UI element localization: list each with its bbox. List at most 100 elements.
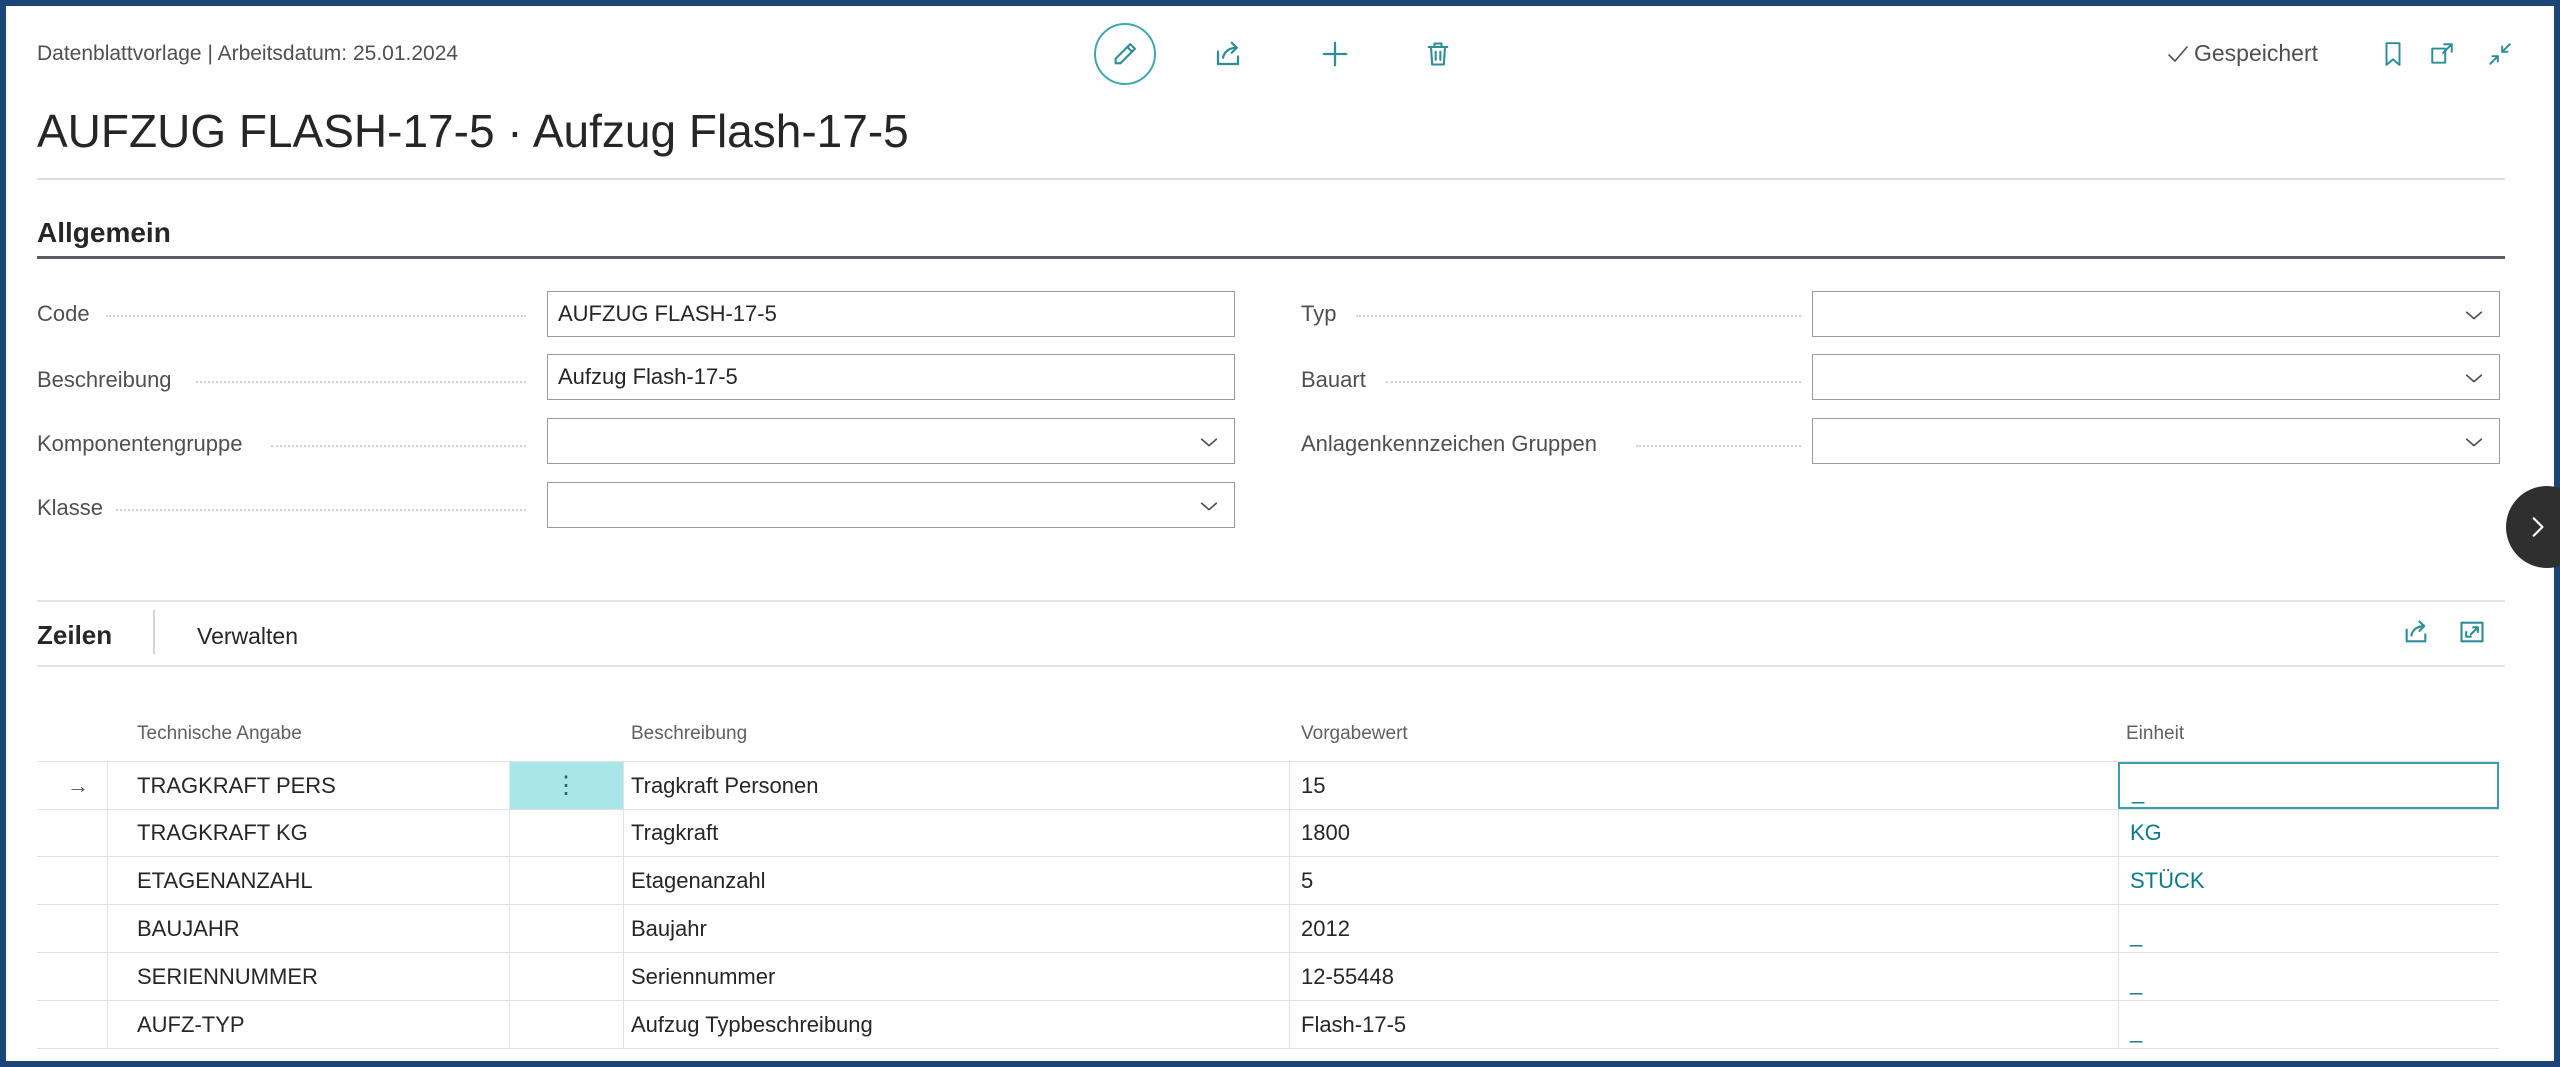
cell-einheit[interactable]: _ — [2130, 905, 2142, 952]
cell-einheit[interactable]: KG — [2130, 809, 2162, 856]
cell-vorgabewert[interactable]: Flash-17-5 — [1301, 1001, 1406, 1048]
chevron-down-icon — [1200, 438, 1218, 447]
lines-divider — [37, 665, 2505, 667]
share-icon — [2405, 620, 2427, 643]
cell-technische-angabe[interactable]: SERIENNUMMER — [137, 953, 318, 1000]
column-header-beschreibung[interactable]: Beschreibung — [631, 723, 747, 745]
row-selected-arrow-icon: → — [67, 772, 89, 798]
field-label-code: Code — [37, 301, 90, 326]
cell-vorgabewert[interactable]: 1800 — [1301, 809, 1350, 856]
share-button[interactable] — [1210, 36, 1246, 72]
table-row[interactable]: ETAGENANZAHL Etagenanzahl 5 STÜCK — [37, 857, 2499, 905]
open-new-window-button[interactable] — [2426, 38, 2458, 70]
tab-separator — [153, 610, 155, 654]
leader-dots — [116, 509, 526, 511]
bauart-select[interactable] — [1812, 354, 2500, 400]
cell-technische-angabe[interactable]: AUFZ-TYP — [137, 1001, 245, 1048]
cell-einheit[interactable]: _ — [2118, 762, 2499, 809]
tab-zeilen[interactable]: Zeilen — [37, 620, 112, 651]
unit-value: _ — [2132, 778, 2145, 804]
new-button[interactable] — [1317, 36, 1353, 72]
chevron-down-icon — [1200, 502, 1218, 511]
edit-pencil-icon — [1114, 43, 1136, 65]
delete-button[interactable] — [1420, 36, 1456, 72]
context-label: Datenblattvorlage | Arbeitsdatum: 25.01.… — [37, 42, 459, 65]
unit-value: _ — [2130, 1017, 2143, 1043]
chevron-right-icon — [2532, 517, 2544, 537]
save-status: Gespeichert — [2166, 40, 2318, 67]
cell-einheit[interactable]: STÜCK — [2130, 857, 2205, 904]
table-row[interactable]: → TRAGKRAFT PERS ⋮ Tragkraft Personen 15… — [37, 761, 2499, 810]
field-label-anlagenkennzeichen-gruppen: Anlagenkennzeichen Gruppen — [1301, 431, 1598, 456]
collapse-button[interactable] — [2484, 38, 2516, 70]
column-header-vorgabewert[interactable]: Vorgabewert — [1301, 723, 1408, 745]
klasse-select[interactable] — [547, 482, 1235, 528]
table-row[interactable]: SERIENNUMMER Seriennummer 12-55448 _ — [37, 953, 2499, 1001]
leader-dots — [1356, 315, 1801, 317]
column-header-einheit[interactable]: Einheit — [2126, 723, 2184, 745]
cell-vorgabewert[interactable]: 15 — [1301, 762, 1325, 809]
bookmark-button[interactable] — [2378, 38, 2408, 70]
checkmark-icon — [2168, 45, 2188, 62]
chevron-down-icon — [2465, 311, 2483, 320]
collapse-icon — [2489, 43, 2511, 65]
leader-dots — [1636, 445, 1801, 447]
cell-vorgabewert[interactable]: 2012 — [1301, 905, 1350, 952]
bookmark-icon — [2385, 42, 2401, 66]
cell-technische-angabe[interactable]: BAUJAHR — [137, 905, 240, 952]
lines-divider — [37, 600, 2505, 602]
leader-dots — [1386, 381, 1801, 383]
chevron-down-icon — [2465, 438, 2483, 447]
leader-dots — [196, 381, 526, 383]
app-window: Datenblattvorlage | Arbeitsdatum: 25.01.… — [0, 0, 2560, 1067]
table-row[interactable]: BAUJAHR Baujahr 2012 _ — [37, 905, 2499, 953]
share-icon — [1216, 41, 1240, 66]
row-menu-button[interactable]: ⋮ — [509, 762, 623, 809]
plus-icon — [1322, 41, 1348, 67]
expand-icon — [2460, 621, 2484, 643]
cell-beschreibung[interactable]: Tragkraft — [631, 809, 718, 856]
cell-beschreibung[interactable]: Tragkraft Personen — [631, 762, 819, 809]
table-row[interactable]: AUFZ-TYP Aufzug Typbeschreibung Flash-17… — [37, 1001, 2499, 1049]
cell-vorgabewert[interactable]: 12-55448 — [1301, 953, 1394, 1000]
cell-technische-angabe[interactable]: ETAGENANZAHL — [137, 857, 313, 904]
edit-button[interactable] — [1094, 23, 1156, 85]
cell-beschreibung[interactable]: Baujahr — [631, 905, 707, 952]
code-input[interactable]: AUFZUG FLASH-17-5 — [547, 291, 1235, 337]
tab-verwalten[interactable]: Verwalten — [197, 623, 298, 650]
cell-einheit[interactable]: _ — [2130, 953, 2142, 1000]
field-label-beschreibung: Beschreibung — [37, 367, 172, 392]
trash-icon — [1427, 42, 1449, 66]
column-header-technische-angabe[interactable]: Technische Angabe — [137, 723, 302, 745]
unit-value: _ — [2130, 921, 2143, 947]
unit-value: _ — [2130, 969, 2143, 995]
typ-select[interactable] — [1812, 291, 2500, 337]
table-row[interactable]: TRAGKRAFT KG Tragkraft 1800 KG — [37, 809, 2499, 857]
cell-vorgabewert[interactable]: 5 — [1301, 857, 1313, 904]
leader-dots — [271, 445, 526, 447]
section-rule — [37, 256, 2505, 259]
cell-beschreibung[interactable]: Etagenanzahl — [631, 857, 766, 904]
beschreibung-input[interactable]: Aufzug Flash-17-5 — [547, 354, 1235, 400]
leader-dots — [106, 315, 526, 317]
anlagenkennzeichen-gruppen-select[interactable] — [1812, 418, 2500, 464]
cell-beschreibung[interactable]: Aufzug Typbeschreibung — [631, 1001, 873, 1048]
lines-share-button[interactable] — [2400, 616, 2432, 648]
cell-technische-angabe[interactable]: TRAGKRAFT KG — [137, 809, 308, 856]
field-label-klasse: Klasse — [37, 495, 104, 520]
cell-technische-angabe[interactable]: TRAGKRAFT PERS — [137, 762, 336, 809]
section-title-allgemein[interactable]: Allgemein — [37, 217, 171, 249]
lines-expand-button[interactable] — [2456, 616, 2488, 648]
cell-einheit[interactable]: _ — [2130, 1001, 2142, 1048]
save-status-text: Gespeichert — [2194, 40, 2319, 66]
header-divider — [37, 178, 2505, 180]
cell-beschreibung[interactable]: Seriennummer — [631, 953, 775, 1000]
chevron-down-icon — [2465, 374, 2483, 383]
field-label-bauart: Bauart — [1301, 367, 1366, 392]
open-new-window-icon — [2431, 43, 2453, 64]
page-title: AUFZUG FLASH-17-5 · Aufzug Flash-17-5 — [37, 105, 909, 157]
field-label-komponentengruppe: Komponentengruppe — [37, 431, 243, 456]
komponentengruppe-select[interactable] — [547, 418, 1235, 464]
field-label-typ: Typ — [1301, 301, 1337, 326]
next-page-button[interactable] — [2506, 486, 2560, 568]
